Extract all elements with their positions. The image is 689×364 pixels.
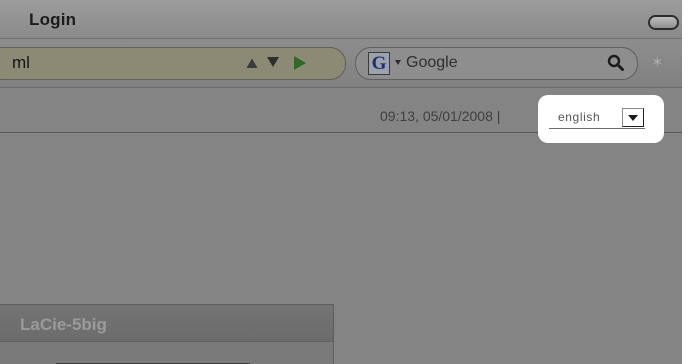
chevron-down-icon: [628, 115, 638, 121]
search-bar[interactable]: G Google: [355, 47, 638, 80]
title-bar: Login: [0, 0, 682, 39]
engine-dropdown-icon[interactable]: [395, 60, 401, 65]
address-text: ml: [12, 53, 30, 72]
browser-window: Login ml ⛰ G Google ✶ 09:13, 05/01/2008 …: [0, 0, 682, 364]
language-selected-value: english: [558, 110, 601, 124]
history-dropdown-icon[interactable]: [267, 57, 279, 67]
panel-title: LaCie-5big: [20, 315, 107, 334]
login-panel: LaCie-5big: [0, 304, 334, 364]
search-input[interactable]: Google: [406, 54, 458, 72]
language-dropdown-button[interactable]: [622, 108, 644, 127]
google-g-icon[interactable]: G: [368, 52, 390, 75]
go-button[interactable]: [290, 54, 310, 72]
address-bar[interactable]: ml ⛰: [0, 47, 346, 80]
window-title: Login: [29, 10, 77, 29]
play-icon: [294, 56, 306, 70]
toolbar-toggle-button[interactable]: [648, 15, 679, 30]
search-icon[interactable]: [607, 54, 624, 71]
panel-header: LaCie-5big: [0, 305, 333, 342]
site-identity-icon[interactable]: ⛰: [242, 56, 262, 71]
language-select[interactable]: english: [549, 107, 645, 129]
loading-spinner-icon: ✶: [651, 54, 664, 71]
datetime-label: 09:13, 05/01/2008 |: [380, 108, 501, 124]
browser-toolbar: ml ⛰ G Google ✶: [0, 39, 682, 88]
